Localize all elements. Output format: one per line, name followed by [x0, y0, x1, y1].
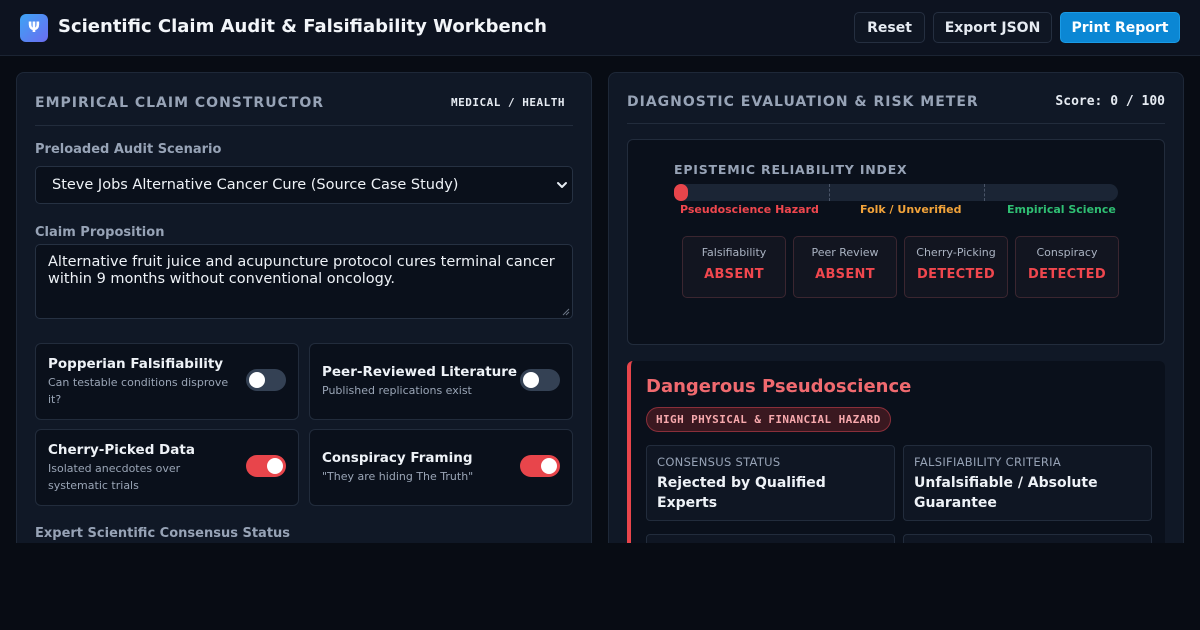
toggle-knob	[249, 372, 265, 388]
indicator-peer-review: Peer Review ABSENT	[793, 236, 897, 298]
divider	[35, 125, 573, 126]
indicator-name: Peer Review	[811, 246, 879, 259]
toggle-description: Published replications exist	[322, 384, 472, 397]
conspiracy-toggle[interactable]	[520, 455, 560, 477]
falsifiability-toggle[interactable]	[246, 369, 286, 391]
toggle-title: Popperian Falsifiability	[48, 356, 224, 372]
zone-label-empirical: Empirical Science	[1007, 203, 1116, 216]
reliability-meter-marker	[674, 184, 688, 201]
evaluation-title: DIAGNOSTIC EVALUATION & RISK METER	[627, 94, 979, 110]
zone-label-folk: Folk / Unverified	[860, 203, 962, 216]
toggle-knob	[541, 458, 557, 474]
toggle-knob	[523, 372, 539, 388]
toggle-card-peer-review: Peer-Reviewed Literature Published repli…	[309, 343, 573, 420]
scenario-select[interactable]: Steve Jobs Alternative Cancer Cure (Sour…	[35, 166, 573, 204]
consensus-label: Expert Scientific Consensus Status	[35, 526, 291, 541]
chevron-down-icon	[557, 182, 567, 188]
info-key: FALSIFIABILITY CRITERIA	[914, 455, 1062, 469]
app-header: Ψ Scientific Claim Audit & Falsifiabilit…	[0, 0, 1200, 56]
resize-grip-icon[interactable]	[562, 308, 570, 316]
zone-label-pseudoscience: Pseudoscience Hazard	[680, 203, 819, 216]
claim-label: Claim Proposition	[35, 225, 165, 240]
detail-cell	[646, 534, 895, 543]
toggle-card-conspiracy: Conspiracy Framing "They are hiding The …	[309, 429, 573, 506]
diagnostic-evaluation-panel: DIAGNOSTIC EVALUATION & RISK METER Score…	[608, 72, 1184, 543]
claim-textarea[interactable]: Alternative fruit juice and acupuncture …	[35, 244, 573, 319]
toggle-card-cherry-picked: Cherry-Picked Data Isolated anecdotes ov…	[35, 429, 299, 506]
meter-threshold-tick	[984, 184, 985, 201]
cherry-picked-toggle[interactable]	[246, 455, 286, 477]
indicator-name: Falsifiability	[701, 246, 767, 259]
indicator-falsifiability: Falsifiability ABSENT	[682, 236, 786, 298]
indicator-name: Conspiracy	[1036, 246, 1098, 259]
reset-button[interactable]: Reset	[854, 12, 925, 43]
info-value: Rejected by Qualified Experts	[657, 475, 826, 511]
info-value: Unfalsifiable / Absolute Guarantee	[914, 475, 1098, 511]
toggle-title: Cherry-Picked Data	[48, 442, 195, 458]
hazard-badge: HIGH PHYSICAL & FINANCIAL HAZARD	[646, 407, 891, 432]
scenario-selected-value: Steve Jobs Alternative Cancer Cure (Sour…	[52, 177, 459, 193]
indicator-value: ABSENT	[815, 267, 875, 282]
psi-logo-icon: Ψ	[20, 14, 48, 42]
print-report-button[interactable]: Print Report	[1060, 12, 1180, 43]
detail-cell	[903, 534, 1152, 543]
toggle-title: Conspiracy Framing	[322, 450, 473, 466]
indicator-conspiracy: Conspiracy DETECTED	[1015, 236, 1119, 298]
reliability-meter-track	[674, 184, 1118, 201]
toggle-description: "They are hiding The Truth"	[322, 470, 474, 483]
divider	[627, 123, 1165, 124]
toggle-title: Peer-Reviewed Literature	[322, 364, 518, 380]
indicator-value: DETECTED	[917, 267, 995, 282]
toggle-description: Can testable conditions disprove it?	[48, 376, 229, 406]
export-json-button[interactable]: Export JSON	[933, 12, 1052, 43]
toggle-card-falsifiability: Popperian Falsifiability Can testable co…	[35, 343, 299, 420]
toggle-description: Isolated anecdotes over systematic trial…	[48, 462, 181, 492]
scenario-label: Preloaded Audit Scenario	[35, 142, 222, 157]
verdict-card: Dangerous Pseudoscience HIGH PHYSICAL & …	[627, 361, 1165, 543]
domain-tag: MEDICAL / HEALTH	[451, 96, 565, 109]
constructor-title: EMPIRICAL CLAIM CONSTRUCTOR	[35, 95, 325, 111]
falsifiability-criteria-cell: FALSIFIABILITY CRITERIA Unfalsifiable / …	[903, 445, 1152, 521]
meter-label: EPISTEMIC RELIABILITY INDEX	[674, 162, 908, 177]
peer-review-toggle[interactable]	[520, 369, 560, 391]
indicator-name: Cherry-Picking	[916, 246, 996, 259]
indicator-cherry-picking: Cherry-Picking DETECTED	[904, 236, 1008, 298]
indicator-value: ABSENT	[704, 267, 764, 282]
consensus-status-cell: CONSENSUS STATUS Rejected by Qualified E…	[646, 445, 895, 521]
score-readout: Score: 0 / 100	[1055, 94, 1165, 109]
toggle-knob	[267, 458, 283, 474]
reliability-meter-card: EPISTEMIC RELIABILITY INDEX Pseudoscienc…	[627, 139, 1165, 345]
meter-threshold-tick	[829, 184, 830, 201]
info-key: CONSENSUS STATUS	[657, 455, 781, 469]
verdict-title: Dangerous Pseudoscience	[646, 376, 912, 397]
claim-text: Alternative fruit juice and acupuncture …	[48, 254, 555, 287]
app-title: Scientific Claim Audit & Falsifiability …	[58, 16, 547, 37]
claim-constructor-panel: EMPIRICAL CLAIM CONSTRUCTOR MEDICAL / HE…	[16, 72, 592, 543]
indicator-value: DETECTED	[1028, 267, 1106, 282]
